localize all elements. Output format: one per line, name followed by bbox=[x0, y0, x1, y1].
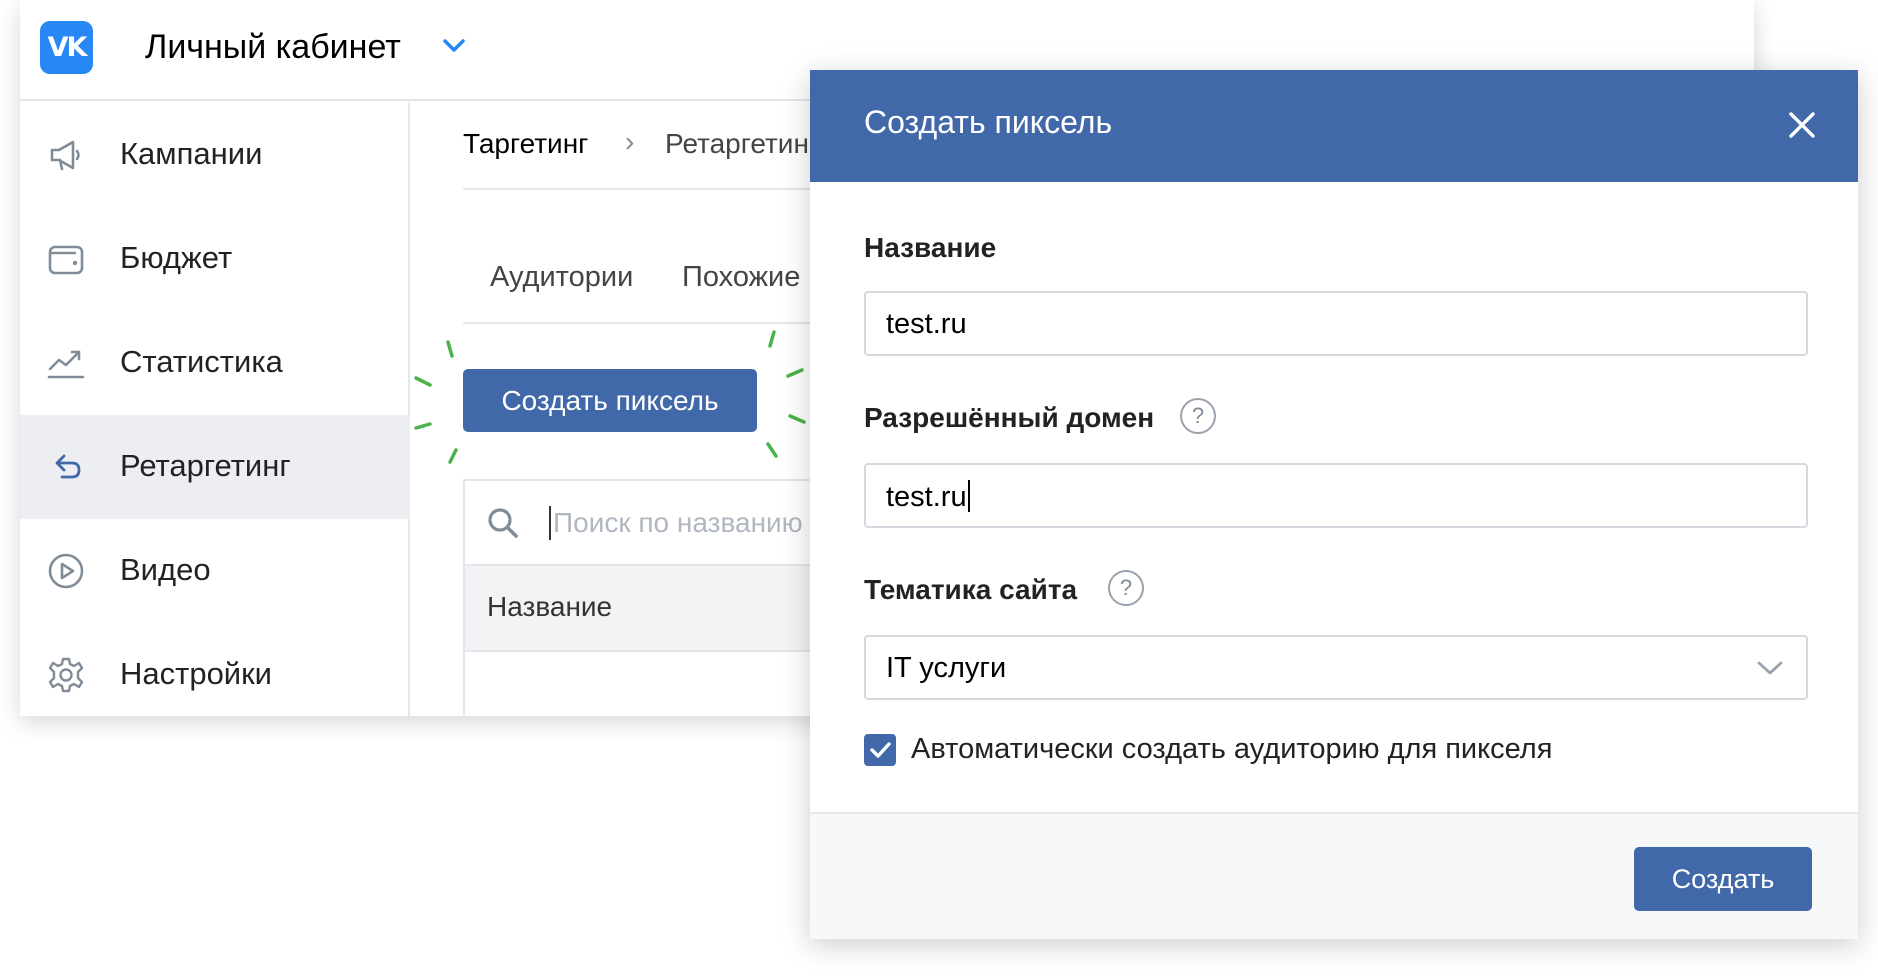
name-field-label: Название bbox=[864, 232, 997, 263]
domain-field-value: test.ru bbox=[886, 480, 970, 514]
domain-field-label: Разрешённый домен bbox=[864, 402, 1155, 433]
text-cursor bbox=[967, 480, 970, 512]
create-button[interactable]: Создать bbox=[1634, 847, 1812, 911]
domain-field[interactable]: test.ru bbox=[864, 463, 1808, 528]
checkmark-icon bbox=[870, 742, 891, 758]
chevron-down-icon bbox=[1757, 661, 1783, 675]
topic-select-value: IT услуги bbox=[886, 652, 1007, 684]
name-field-value: test.ru bbox=[886, 308, 967, 340]
topic-field-label: Тематика сайта bbox=[864, 574, 1078, 605]
auto-audience-checkbox-label[interactable]: Автоматически создать аудиторию для пикс… bbox=[911, 733, 1552, 766]
help-icon[interactable]: ? bbox=[1108, 570, 1144, 606]
name-field[interactable]: test.ru bbox=[864, 291, 1808, 356]
help-icon[interactable]: ? bbox=[1180, 398, 1216, 434]
close-icon[interactable] bbox=[1782, 105, 1822, 145]
modal-header: Создать пиксель bbox=[810, 70, 1858, 182]
create-pixel-modal: Создать пиксель Название test.ru Разрешё… bbox=[810, 70, 1858, 939]
auto-audience-checkbox[interactable] bbox=[864, 734, 896, 766]
modal-footer: Создать bbox=[810, 812, 1858, 939]
topic-select[interactable]: IT услуги bbox=[864, 635, 1808, 700]
modal-title: Создать пиксель bbox=[864, 104, 1113, 140]
